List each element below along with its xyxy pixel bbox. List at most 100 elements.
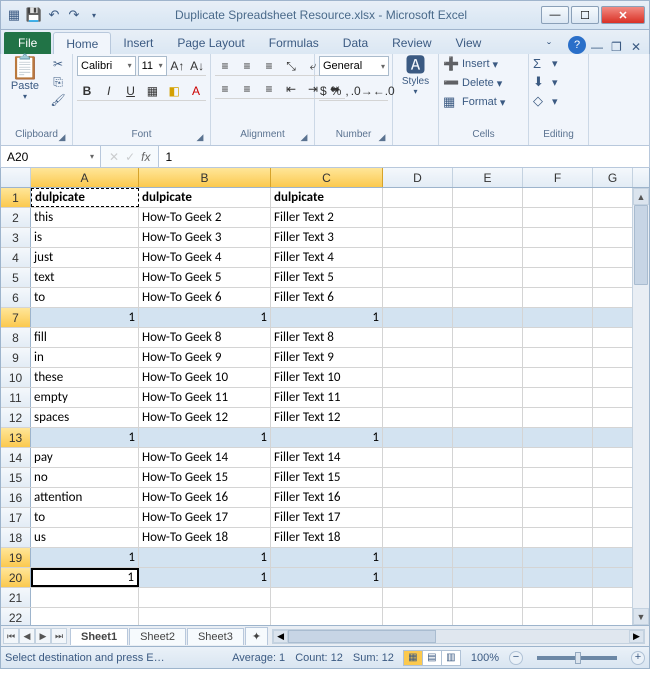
cell-C8[interactable]: Filler Text 8 bbox=[271, 328, 383, 347]
file-tab[interactable]: File bbox=[4, 32, 51, 54]
row-header-20[interactable]: 20 bbox=[1, 568, 31, 587]
column-header-D[interactable]: D bbox=[383, 168, 453, 187]
cell-A9[interactable]: in bbox=[31, 348, 139, 367]
cell-D15[interactable] bbox=[383, 468, 453, 487]
cell-F22[interactable] bbox=[523, 608, 593, 625]
row-header-2[interactable]: 2 bbox=[1, 208, 31, 227]
styles-button[interactable]: 🅰Styles▾ bbox=[397, 56, 434, 96]
row-header-15[interactable]: 15 bbox=[1, 468, 31, 487]
cell-A17[interactable]: to bbox=[31, 508, 139, 527]
new-sheet-button[interactable]: ✦ bbox=[245, 627, 268, 645]
cell-A7[interactable]: 1 bbox=[31, 308, 139, 327]
cell-F14[interactable] bbox=[523, 448, 593, 467]
close-button[interactable]: ✕ bbox=[601, 6, 645, 24]
enter-formula-icon[interactable]: ✓ bbox=[125, 150, 135, 164]
italic-button[interactable]: I bbox=[99, 81, 119, 101]
cell-B12[interactable]: How-To Geek 12 bbox=[139, 408, 271, 427]
column-header-A[interactable]: A bbox=[31, 168, 139, 187]
cell-G12[interactable] bbox=[593, 408, 633, 427]
cell-E12[interactable] bbox=[453, 408, 523, 427]
cell-A6[interactable]: to bbox=[31, 288, 139, 307]
cell-F8[interactable] bbox=[523, 328, 593, 347]
sheet-tab-sheet3[interactable]: Sheet3 bbox=[187, 628, 244, 645]
sheet-tab-sheet2[interactable]: Sheet2 bbox=[129, 628, 186, 645]
cell-A14[interactable]: pay bbox=[31, 448, 139, 467]
insert-button[interactable]: ➕Insert ▾ bbox=[443, 56, 498, 72]
column-header-G[interactable]: G bbox=[593, 168, 633, 187]
align-top-icon[interactable]: ≡ bbox=[215, 56, 235, 76]
shrink-font-icon[interactable]: A↓ bbox=[188, 56, 206, 76]
cell-G11[interactable] bbox=[593, 388, 633, 407]
cell-G15[interactable] bbox=[593, 468, 633, 487]
cell-D19[interactable] bbox=[383, 548, 453, 567]
cell-D22[interactable] bbox=[383, 608, 453, 625]
excel-icon[interactable]: ▦ bbox=[5, 6, 23, 24]
row-header-10[interactable]: 10 bbox=[1, 368, 31, 387]
cell-A12[interactable]: spaces bbox=[31, 408, 139, 427]
cell-C2[interactable]: Filler Text 2 bbox=[271, 208, 383, 227]
cell-A1[interactable]: dulpicate bbox=[31, 188, 139, 207]
cell-E3[interactable] bbox=[453, 228, 523, 247]
cell-E16[interactable] bbox=[453, 488, 523, 507]
cell-F16[interactable] bbox=[523, 488, 593, 507]
cell-G2[interactable] bbox=[593, 208, 633, 227]
cell-E9[interactable] bbox=[453, 348, 523, 367]
font-color-icon[interactable]: A bbox=[186, 81, 206, 101]
column-header-E[interactable]: E bbox=[453, 168, 523, 187]
row-header-21[interactable]: 21 bbox=[1, 588, 31, 607]
cell-E18[interactable] bbox=[453, 528, 523, 547]
scroll-right-icon[interactable]: ▶ bbox=[629, 630, 644, 643]
cell-G6[interactable] bbox=[593, 288, 633, 307]
normal-view-icon[interactable]: ▦ bbox=[403, 650, 423, 666]
cell-A15[interactable]: no bbox=[31, 468, 139, 487]
cell-C6[interactable]: Filler Text 6 bbox=[271, 288, 383, 307]
last-sheet-icon[interactable]: ⏭ bbox=[51, 628, 67, 644]
worksheet-grid[interactable]: ABCDEFG 1dulpicatedulpicatedulpicate2thi… bbox=[0, 168, 650, 626]
cell-E10[interactable] bbox=[453, 368, 523, 387]
column-header-B[interactable]: B bbox=[139, 168, 271, 187]
cell-G18[interactable] bbox=[593, 528, 633, 547]
cell-B2[interactable]: How-To Geek 2 bbox=[139, 208, 271, 227]
zoom-level[interactable]: 100% bbox=[471, 652, 499, 664]
cell-F19[interactable] bbox=[523, 548, 593, 567]
number-format-combo[interactable]: General▾ bbox=[319, 56, 389, 76]
cell-B5[interactable]: How-To Geek 5 bbox=[139, 268, 271, 287]
cell-D6[interactable] bbox=[383, 288, 453, 307]
cell-G4[interactable] bbox=[593, 248, 633, 267]
cell-B19[interactable]: 1 bbox=[139, 548, 271, 567]
scroll-down-icon[interactable]: ▼ bbox=[633, 608, 649, 625]
cell-A2[interactable]: this bbox=[31, 208, 139, 227]
cell-G19[interactable] bbox=[593, 548, 633, 567]
cell-G3[interactable] bbox=[593, 228, 633, 247]
tab-home[interactable]: Home bbox=[53, 32, 111, 54]
formula-input[interactable]: 1 bbox=[158, 146, 649, 167]
minimize-ribbon-icon[interactable]: ˇ bbox=[547, 40, 563, 54]
cell-D5[interactable] bbox=[383, 268, 453, 287]
cell-E5[interactable] bbox=[453, 268, 523, 287]
cell-B15[interactable]: How-To Geek 15 bbox=[139, 468, 271, 487]
row-header-3[interactable]: 3 bbox=[1, 228, 31, 247]
cell-D10[interactable] bbox=[383, 368, 453, 387]
cell-C10[interactable]: Filler Text 10 bbox=[271, 368, 383, 387]
cell-E7[interactable] bbox=[453, 308, 523, 327]
cell-C17[interactable]: Filler Text 17 bbox=[271, 508, 383, 527]
cell-D8[interactable] bbox=[383, 328, 453, 347]
cell-F6[interactable] bbox=[523, 288, 593, 307]
clear-button[interactable]: ◇▾ bbox=[533, 93, 558, 109]
cell-A5[interactable]: text bbox=[31, 268, 139, 287]
cell-A8[interactable]: fill bbox=[31, 328, 139, 347]
cell-A3[interactable]: is bbox=[31, 228, 139, 247]
cut-icon[interactable]: ✂ bbox=[50, 56, 66, 72]
cell-F5[interactable] bbox=[523, 268, 593, 287]
row-header-17[interactable]: 17 bbox=[1, 508, 31, 527]
redo-icon[interactable]: ↷ bbox=[65, 6, 83, 24]
cell-C7[interactable]: 1 bbox=[271, 308, 383, 327]
cell-C19[interactable]: 1 bbox=[271, 548, 383, 567]
row-header-14[interactable]: 14 bbox=[1, 448, 31, 467]
cell-E13[interactable] bbox=[453, 428, 523, 447]
column-header-C[interactable]: C bbox=[271, 168, 383, 187]
cell-B13[interactable]: 1 bbox=[139, 428, 271, 447]
qat-customize-icon[interactable]: ▾ bbox=[85, 6, 103, 24]
fill-button[interactable]: ⬇▾ bbox=[533, 74, 558, 90]
cell-E2[interactable] bbox=[453, 208, 523, 227]
